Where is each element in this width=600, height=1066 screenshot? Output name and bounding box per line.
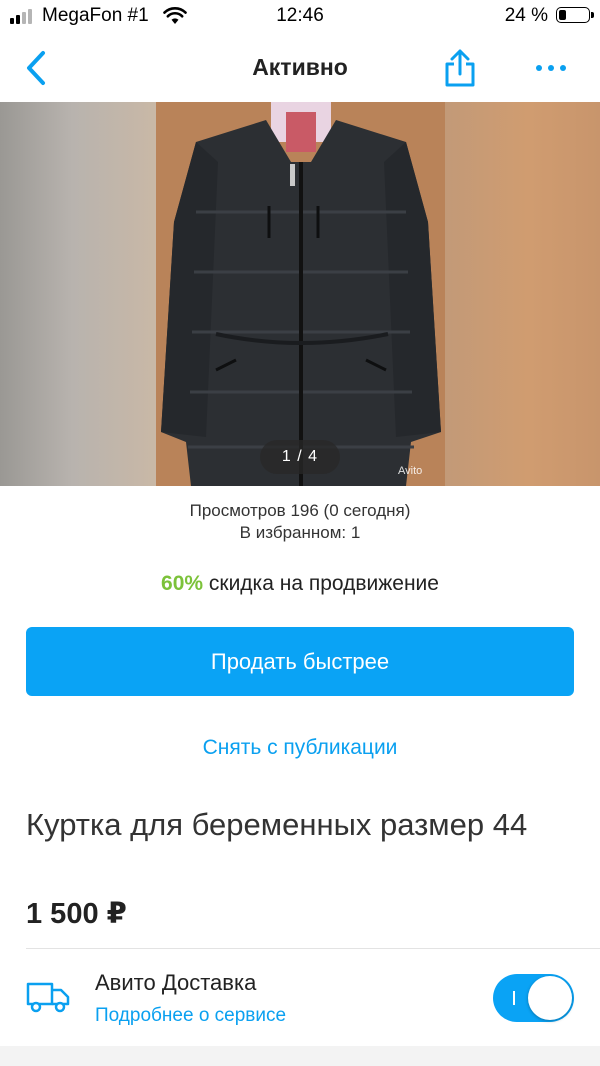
truck-icon	[26, 980, 70, 1019]
bottom-separator	[0, 1046, 600, 1066]
discount-percent: 60%	[161, 572, 204, 595]
discount-text: скидка на продвижение	[203, 572, 439, 595]
delivery-toggle[interactable]	[493, 974, 574, 1022]
more-options-button[interactable]	[528, 52, 574, 84]
favorites-count: В избранном: 1	[239, 523, 361, 542]
divider	[26, 948, 600, 949]
photo-gallery[interactable]: 1 / 4 Avito	[0, 102, 600, 486]
unpublish-button[interactable]: Снять с публикации	[0, 736, 600, 760]
more-dots-icon	[536, 65, 566, 71]
delivery-details-link[interactable]: Подробнее о сервисе	[95, 1005, 286, 1027]
views-count: Просмотров 196 (0 сегодня)	[189, 501, 411, 520]
avito-watermark: Avito	[398, 465, 423, 477]
battery-icon	[556, 7, 594, 23]
delivery-section: Авито Доставка Подробнее о сервисе	[0, 950, 600, 1044]
share-button[interactable]	[440, 46, 480, 90]
item-price: 1 500 ₽	[26, 898, 127, 930]
photo-counter: 1 / 4	[260, 440, 340, 474]
item-title: Куртка для беременных размер 44	[26, 807, 528, 842]
battery-percent: 24 %	[504, 5, 548, 26]
navigation-bar: Активно	[0, 34, 600, 102]
promotion-discount: 60% скидка на продвижение	[0, 572, 600, 596]
sell-faster-button[interactable]: Продать быстрее	[26, 627, 574, 696]
listing-stats: Просмотров 196 (0 сегодня) В избранном: …	[0, 500, 600, 544]
product-photo	[156, 102, 445, 486]
page-title: Активно	[252, 54, 348, 80]
delivery-title: Авито Доставка	[95, 970, 257, 995]
status-bar: MegaFon #1 12:46 24 %	[0, 0, 600, 34]
share-icon	[445, 49, 475, 87]
